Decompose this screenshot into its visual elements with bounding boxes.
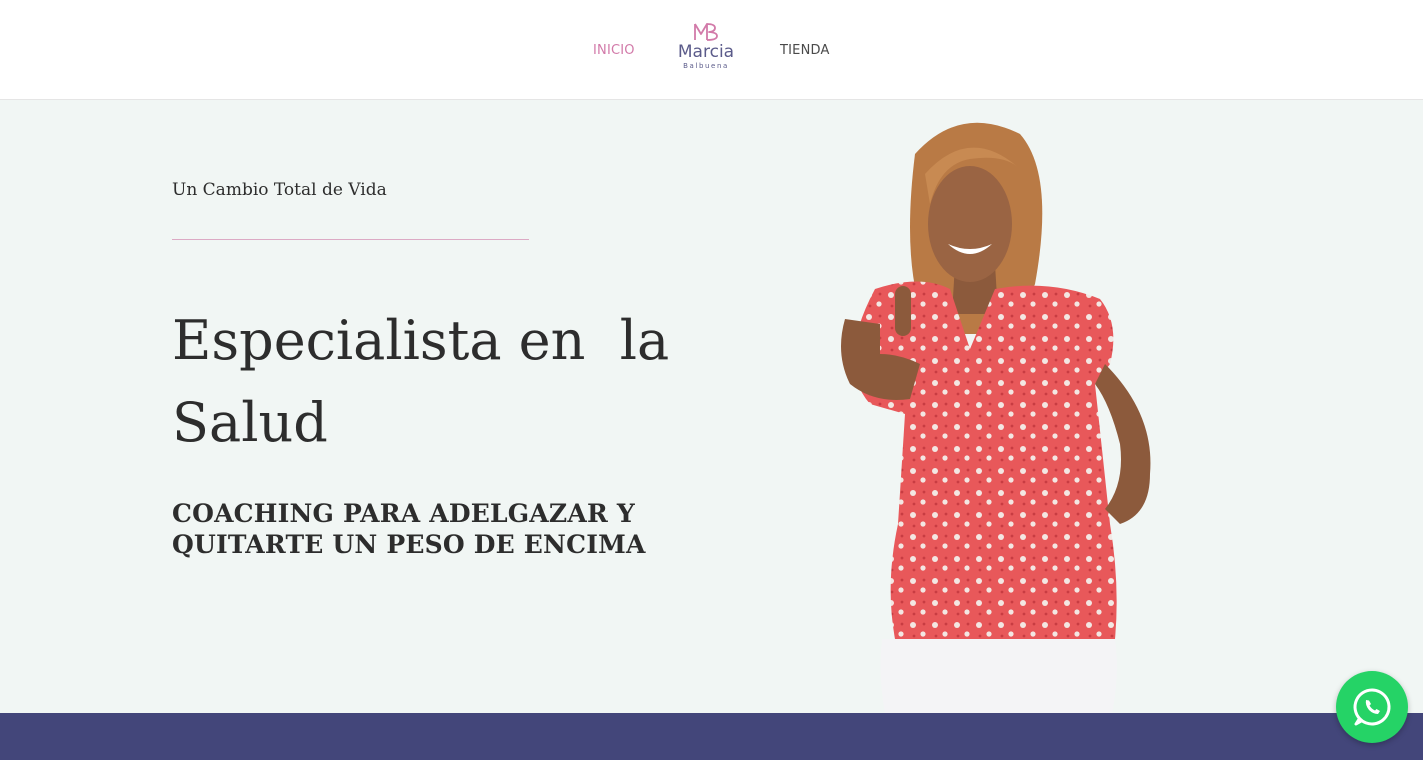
whatsapp-icon <box>1353 688 1391 726</box>
whatsapp-button[interactable] <box>1336 671 1408 743</box>
nav-tienda[interactable]: TIENDA <box>780 43 830 58</box>
nav-inicio[interactable]: INICIO <box>593 43 635 58</box>
logo-subtitle: Balbuena <box>683 62 729 70</box>
site-header: INICIO Marcia Balbuena TIENDA <box>0 0 1423 100</box>
hero-section: Un Cambio Total de Vida Especialista en … <box>0 100 1423 713</box>
hero-kicker: Un Cambio Total de Vida <box>172 180 387 200</box>
hero-subtitle: COACHING PARA ADELGAZAR Y QUITARTE UN PE… <box>172 498 692 560</box>
mb-monogram-icon <box>694 23 718 41</box>
hero-subtitle-line-1: COACHING PARA ADELGAZAR Y <box>172 499 635 528</box>
logo-name: Marcia <box>677 42 735 62</box>
hero-subtitle-line-2: QUITARTE UN PESO DE ENCIMA <box>172 530 646 559</box>
hero-divider <box>172 239 529 240</box>
bottom-band <box>0 713 1423 760</box>
brand-logo[interactable]: Marcia Balbuena <box>670 22 742 84</box>
hero-title: Especialista en la Salud <box>172 309 687 454</box>
coach-photo <box>841 122 1151 713</box>
